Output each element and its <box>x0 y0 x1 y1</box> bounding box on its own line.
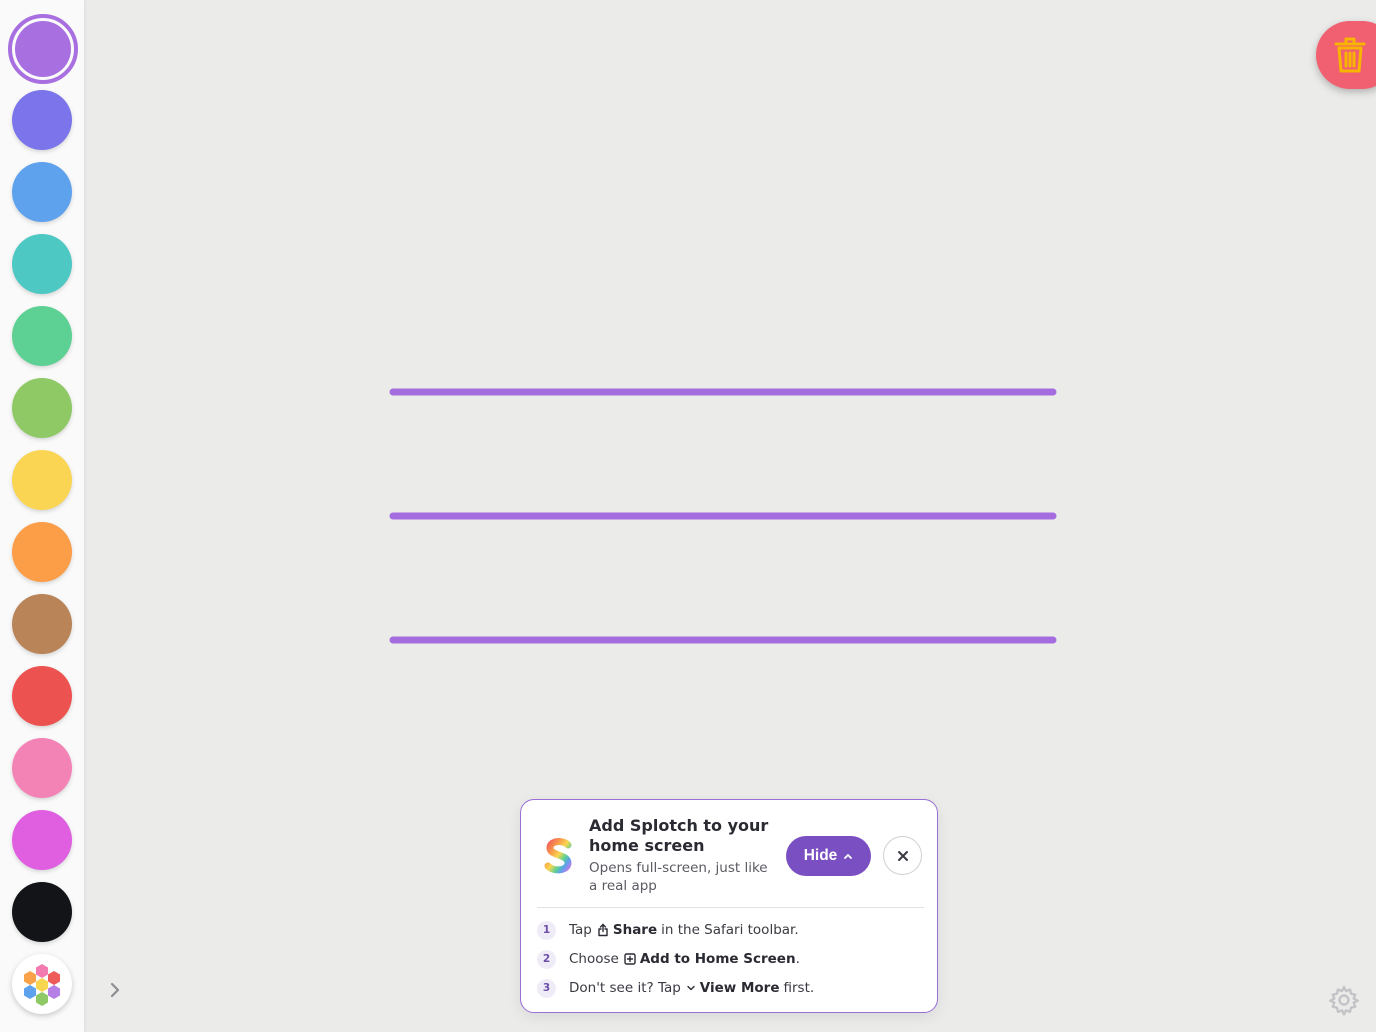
step-number: 3 <box>537 978 556 998</box>
share-icon <box>597 923 609 937</box>
step-bold: Add to Home Screen <box>639 951 796 967</box>
step-add-home: 2 Choose Add to Home Screen . <box>537 948 800 970</box>
divider <box>537 907 924 908</box>
close-icon <box>897 850 908 861</box>
step-number: 1 <box>537 920 556 940</box>
step-bold: View More <box>699 980 780 996</box>
step-text: Choose <box>569 951 619 967</box>
splotch-logo <box>544 838 572 874</box>
chevron-up-icon <box>844 854 853 859</box>
trash-icon <box>1334 37 1366 73</box>
step-text: Don't see it? Tap <box>569 980 681 996</box>
clear-canvas-button[interactable] <box>1316 21 1376 89</box>
card-subtitle: Opens full-screen, just like a real app <box>589 860 768 894</box>
card-title: Add Splotch to your home screen <box>589 816 769 855</box>
hide-button[interactable]: Hide <box>786 836 871 876</box>
add-to-home-screen-card: Add Splotch to your home screen Opens fu… <box>520 799 938 1013</box>
add-square-icon <box>624 953 636 965</box>
step-text-end: . <box>795 951 800 967</box>
step-bold: Share <box>612 922 658 938</box>
step-text: Tap <box>569 922 592 938</box>
step-view-more: 3 Don't see it? Tap View More first. <box>537 977 814 999</box>
step-share: 1 Tap Share in the Safari toolbar. <box>537 919 799 941</box>
settings-button[interactable] <box>1328 984 1360 1016</box>
close-button[interactable] <box>883 836 922 875</box>
step-number: 2 <box>537 949 556 969</box>
hide-button-label: Hide <box>803 847 838 864</box>
chevron-down-icon <box>686 984 696 992</box>
step-text-end: first. <box>783 980 815 996</box>
gear-icon <box>1329 985 1359 1016</box>
step-text-end: in the Safari toolbar. <box>661 922 799 938</box>
